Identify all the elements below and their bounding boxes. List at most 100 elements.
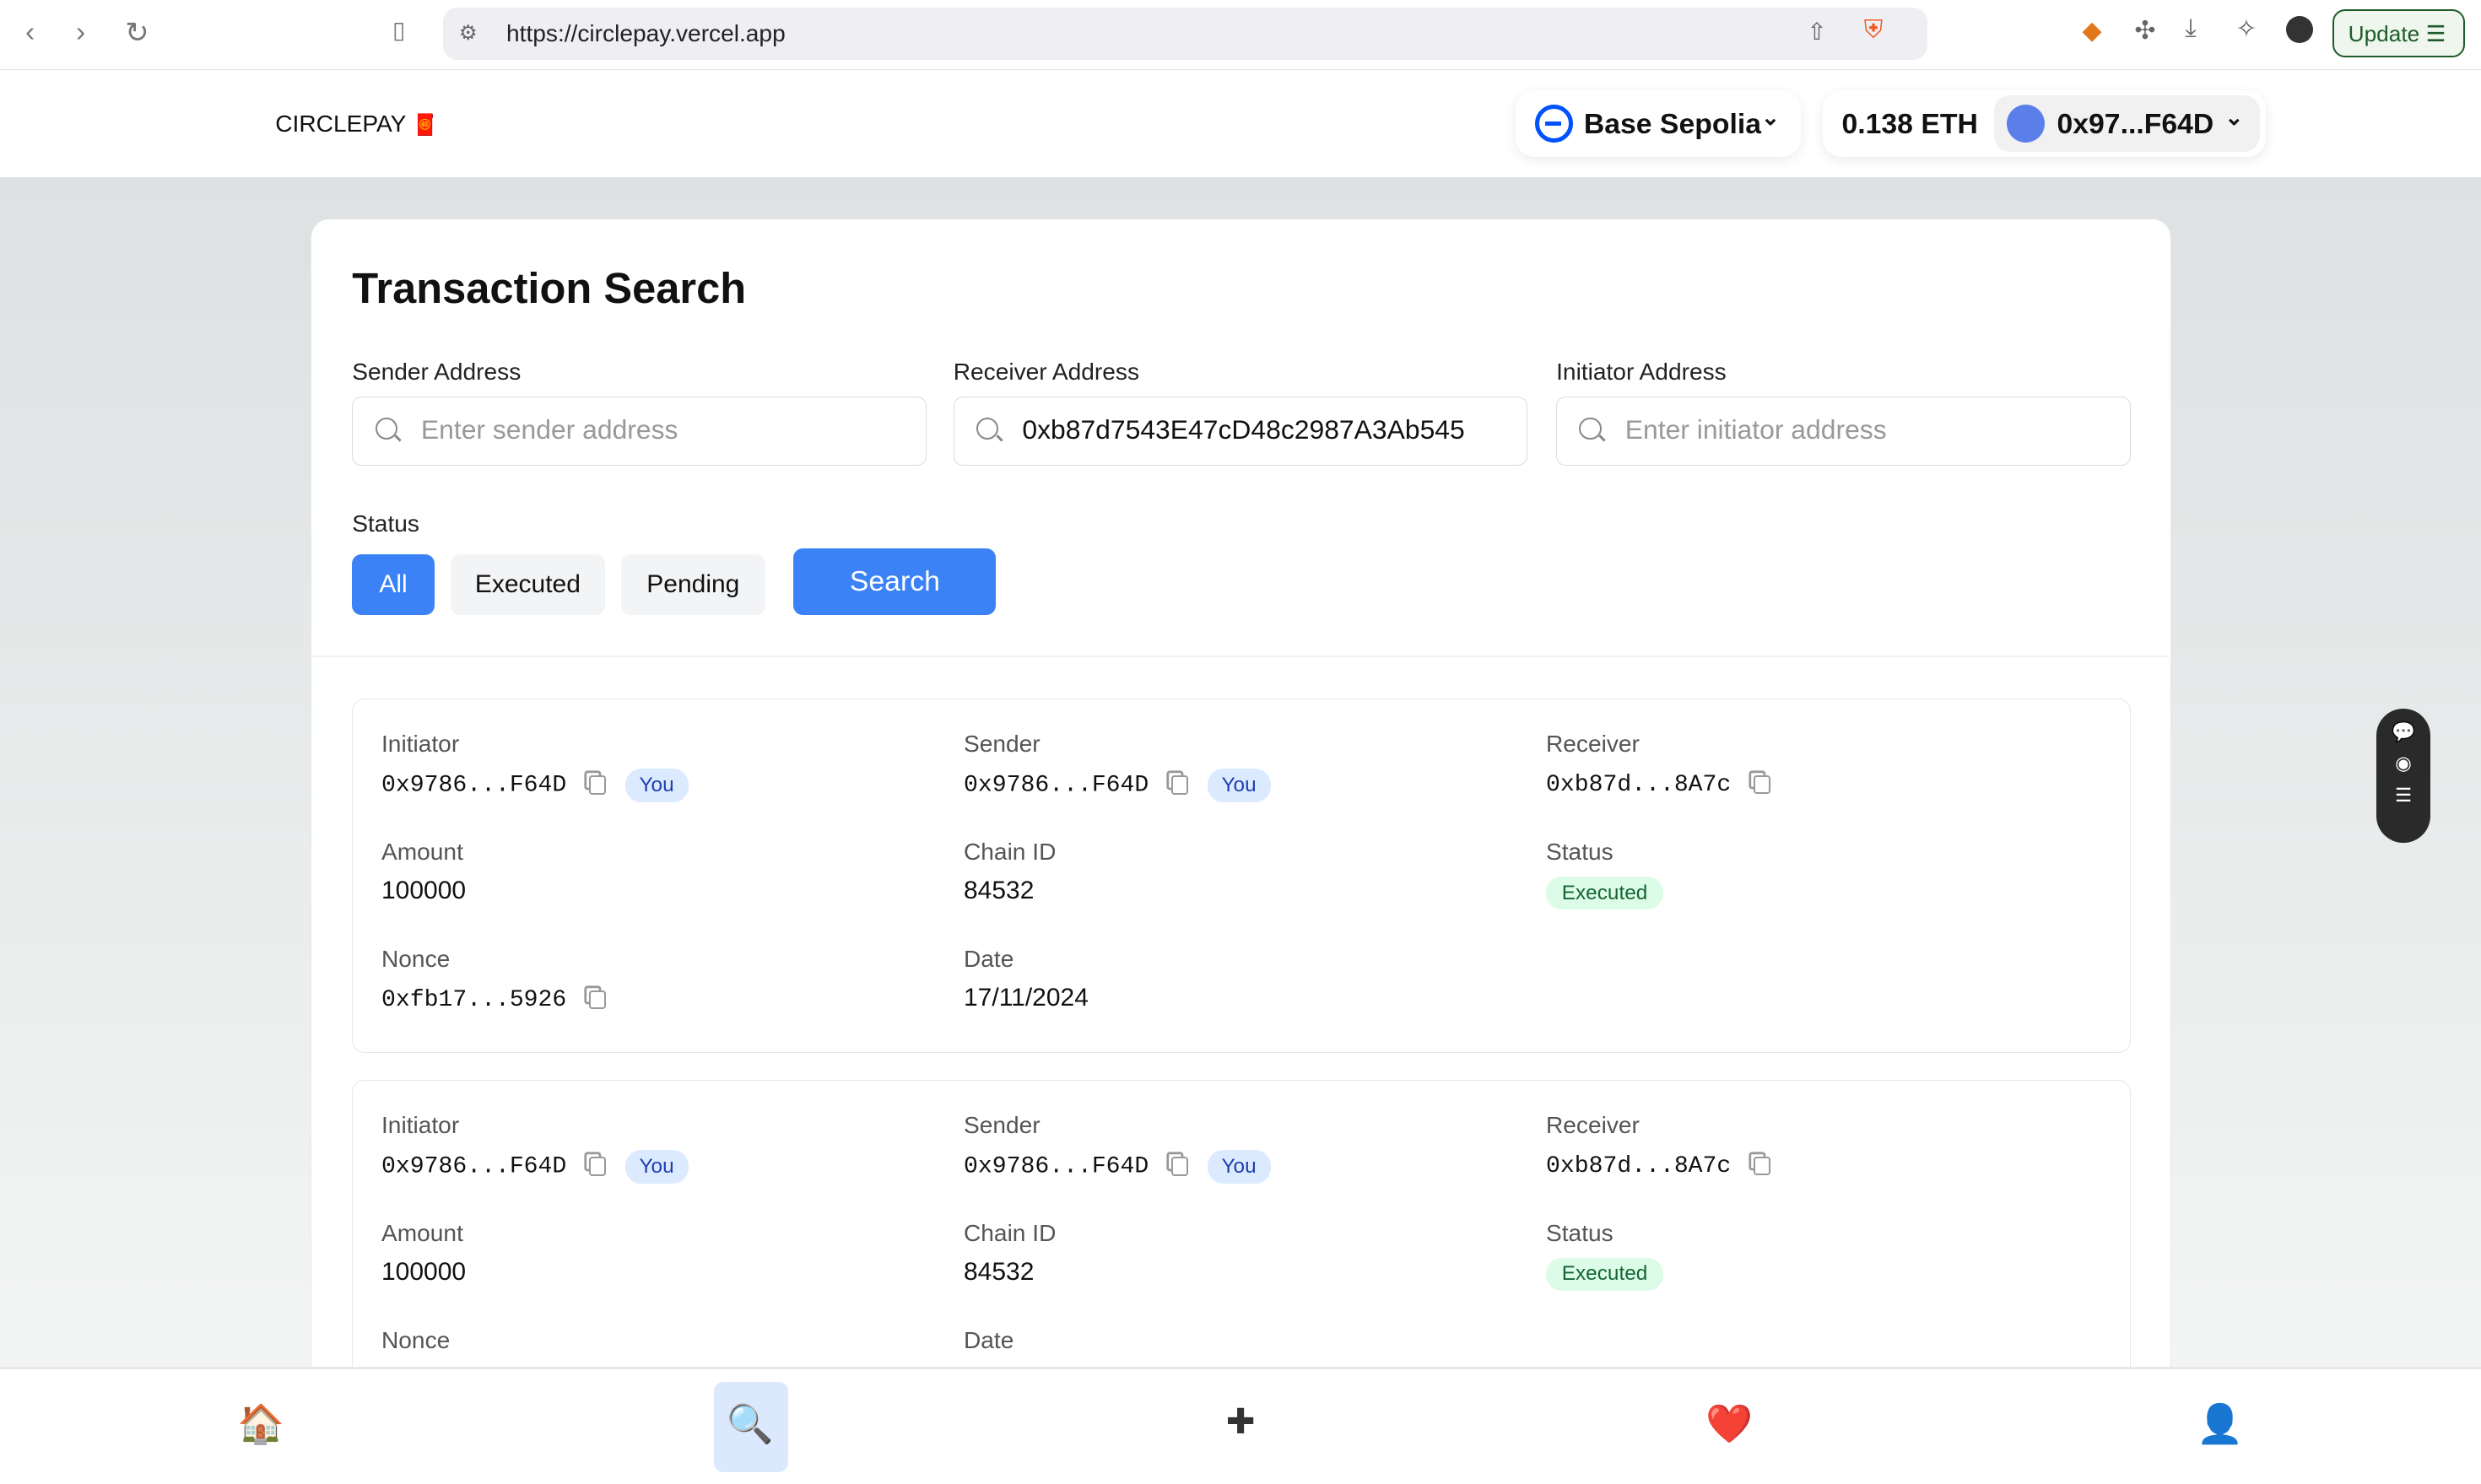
search-icon — [375, 418, 397, 440]
share-icon[interactable]: ⇧ — [1807, 18, 1827, 46]
status-filter-pending[interactable]: Pending — [621, 554, 765, 615]
plus-icon[interactable]: ✚ — [1203, 1401, 1278, 1442]
list-icon[interactable]: ☰ — [2376, 785, 2430, 807]
sender-field: 0x9786...F64D You — [964, 1150, 1271, 1184]
update-button[interactable]: Update ☰ — [2332, 9, 2466, 57]
receiver-address-input[interactable]: 0xb87d7543E47cD48c2987A3Ab545 — [953, 396, 1528, 467]
initiator-label: Initiator — [381, 1112, 460, 1139]
receiver-label: Receiver Address — [953, 358, 1140, 385]
search-icon — [976, 418, 999, 440]
amount-label: Amount — [381, 838, 463, 865]
nonce-field: 0xfb17...5926 — [381, 984, 607, 1013]
initiator-value: 0x9786...F64D — [381, 1153, 567, 1180]
chain-label: Chain ID — [964, 1219, 1057, 1246]
transaction-card: Initiator 0x9786...F64D You Sender 0x9786...… — [352, 698, 2131, 1053]
status-value: Executed — [1546, 1257, 1664, 1291]
date-field: 17/11/2024 — [964, 984, 1089, 1012]
heart-icon[interactable]: ❤️ — [1691, 1401, 1767, 1446]
metamask-icon[interactable]: ◆ — [2083, 16, 2102, 46]
amount-field: 100000 — [381, 877, 466, 905]
logo-text: CIRCLEPAY — [275, 111, 406, 138]
amount-value: 100000 — [381, 876, 467, 904]
divider — [311, 656, 2169, 658]
status-label: Status — [1546, 838, 1613, 865]
account-avatar — [2006, 104, 2045, 143]
initiator-address-input[interactable]: Enter initiator address — [1556, 396, 2131, 467]
date-label: Date — [964, 946, 1014, 973]
receiver-label: Receiver — [1546, 731, 1640, 758]
chain-value: 84532 — [964, 876, 1035, 904]
status-label: Status — [1546, 1219, 1613, 1246]
balance: 0.138 ETH — [1841, 107, 1978, 140]
you-badge: You — [1207, 1150, 1271, 1184]
chat-icon[interactable]: 💬 — [2376, 721, 2430, 743]
toggle-view-icon[interactable]: ◉ — [2376, 753, 2430, 774]
status-filter-all[interactable]: All — [352, 554, 435, 615]
wallet-button[interactable]: 0.138 ETH 0x97...F64D ⌄ — [1823, 89, 2266, 157]
you-badge: You — [624, 1150, 689, 1184]
initiator-label: Initiator — [381, 731, 460, 758]
home-icon[interactable]: 🏠 — [223, 1401, 299, 1446]
sender-field: 0x9786...F64D You — [964, 769, 1271, 802]
logo[interactable]: CIRCLEPAY 🧧 — [275, 111, 438, 138]
status-filter-executed[interactable]: Executed — [450, 554, 606, 615]
bookmark-icon[interactable]: ▯ — [392, 16, 405, 44]
forward-icon[interactable]: › — [76, 16, 85, 49]
download-icon[interactable]: ⤓ — [2185, 14, 2196, 43]
nonce-label: Nonce — [381, 946, 451, 973]
profile-avatar-icon[interactable] — [2286, 15, 2314, 43]
initiator-label: Initiator Address — [1556, 358, 1727, 385]
sender-value: 0x9786...F64D — [964, 1153, 1149, 1180]
copy-icon[interactable] — [1753, 1156, 1771, 1175]
chevron-down-icon: ⌄ — [2224, 104, 2244, 130]
transaction-search-card: Transaction Search Sender Address Receiv… — [310, 218, 2171, 1484]
initiator-field: 0x9786...F64D You — [381, 769, 689, 802]
chain-field: 84532 — [964, 877, 1034, 905]
site-settings-icon[interactable]: ⚙ — [459, 20, 478, 46]
address-bar[interactable]: ⚙ https://circlepay.vercel.app ⇧ ⛨ — [443, 8, 1927, 61]
back-icon[interactable]: ‹ — [25, 16, 35, 49]
amount-label: Amount — [381, 1219, 463, 1246]
status-field: Executed — [1546, 876, 1664, 910]
status-value: Executed — [1546, 876, 1664, 910]
leo-icon[interactable]: ✧ — [2235, 14, 2257, 44]
brave-shield-icon[interactable]: ⛨ — [1864, 16, 1884, 45]
floating-toolbar: 💬 ◉ ☰ — [2376, 709, 2430, 844]
extensions-icon[interactable]: ✣ — [2134, 16, 2155, 46]
search-icon[interactable]: 🔍 — [712, 1401, 788, 1446]
network-name: Base Sepolia — [1583, 107, 1761, 140]
date-value: 17/11/2024 — [964, 984, 1089, 1012]
initiator-field: 0x9786...F64D You — [381, 1150, 689, 1184]
status-label: Status — [352, 510, 419, 537]
copy-icon[interactable] — [1170, 775, 1189, 795]
amount-field: 100000 — [381, 1258, 466, 1287]
network-selector[interactable]: Base Sepolia ⌄ — [1516, 89, 1801, 157]
profile-icon[interactable]: 👤 — [2182, 1401, 2258, 1446]
copy-icon[interactable] — [1170, 1157, 1189, 1176]
url-text: https://circlepay.vercel.app — [506, 20, 786, 47]
sender-label: Sender Address — [352, 358, 522, 385]
copy-icon[interactable] — [588, 775, 607, 795]
amount-value: 100000 — [381, 1257, 467, 1286]
copy-icon[interactable] — [588, 1157, 607, 1176]
receiver-field: 0xb87d...8A7c — [1546, 1150, 1771, 1180]
base-network-icon — [1534, 104, 1573, 143]
initiator-value: 0x9786...F64D — [381, 773, 567, 799]
update-label: Update — [2348, 20, 2420, 46]
app-header: CIRCLEPAY 🧧 Base Sepolia ⌄ 0.138 ETH 0x9… — [0, 69, 2481, 177]
copy-icon[interactable] — [1753, 774, 1771, 795]
search-button[interactable]: Search — [793, 548, 997, 615]
receiver-value: 0xb87d...8A7c — [1546, 1153, 1732, 1180]
sender-placeholder: Enter sender address — [420, 414, 678, 445]
receiver-value: 0xb87d...8A7c — [1546, 772, 1732, 799]
copy-icon[interactable] — [588, 990, 607, 1010]
sender-value: 0x9786...F64D — [964, 773, 1149, 799]
bottom-navigation: 🏠 🔍 ✚ ❤️ 👤 — [0, 1367, 2481, 1484]
sender-label: Sender — [964, 1112, 1041, 1139]
sender-address-input[interactable]: Enter sender address — [352, 396, 927, 467]
reload-icon[interactable]: ↻ — [125, 16, 149, 50]
account-button[interactable]: 0x97...F64D ⌄ — [1993, 94, 2260, 152]
you-badge: You — [624, 769, 689, 802]
chain-value: 84532 — [964, 1257, 1035, 1286]
search-icon — [1579, 418, 1602, 440]
